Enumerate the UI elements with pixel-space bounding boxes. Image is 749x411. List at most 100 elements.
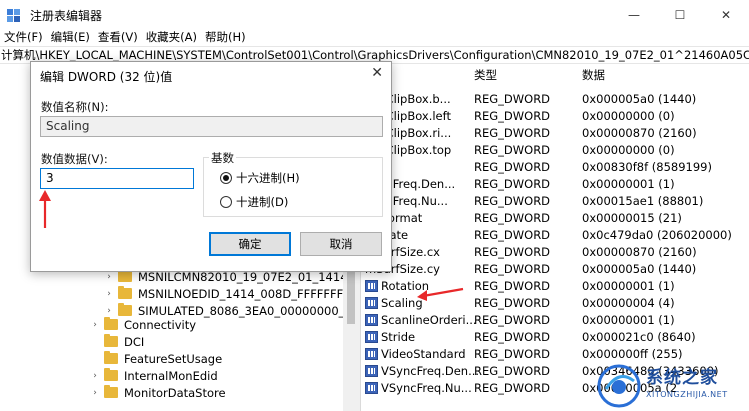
value-name-field: Scaling xyxy=(40,116,383,137)
tree-item[interactable]: FeatureSetUsage xyxy=(90,350,222,367)
value-data-cell: 0x000005a0 (1440) xyxy=(582,92,697,106)
menu-edit[interactable]: 编辑(E) xyxy=(47,28,94,46)
tree-item[interactable]: › MSNILNOEDID_1414_008D_FFFFFFFF_F xyxy=(104,285,360,302)
menu-view[interactable]: 查看(V) xyxy=(94,28,142,46)
table-row[interactable]: wmClipBox.b... REG_DWORD 0x000005a0 (1440) xyxy=(361,90,749,107)
red-arrow-icon xyxy=(417,287,464,301)
table-row[interactable]: wmClipBox.left REG_DWORD 0x00000000 (0) xyxy=(361,107,749,124)
folder-icon xyxy=(118,269,132,282)
maximize-button[interactable]: ☐ xyxy=(657,0,703,30)
table-row[interactable]: wmClipBox.top REG_DWORD 0x00000000 (0) xyxy=(361,141,749,158)
value-name-cell: Stride xyxy=(365,330,415,344)
regedit-window: 注册表编辑器 — ☐ ✕ 文件(F) 编辑(E) 查看(V) 收藏夹(A) 帮助… xyxy=(0,0,749,411)
folder-icon xyxy=(118,303,132,316)
value-type-cell: REG_DWORD xyxy=(474,279,551,293)
cancel-button[interactable]: 取消 xyxy=(300,232,382,256)
value-type-cell: REG_DWORD xyxy=(474,177,551,191)
table-row[interactable]: mSurfSize.cy REG_DWORD 0x000005a0 (1440) xyxy=(361,260,749,277)
red-arrow-icon xyxy=(39,190,51,228)
tree-item-label: MSNILNOEDID_1414_008D_FFFFFFFF_F xyxy=(138,286,360,301)
table-row[interactable]: agsREG_DWORD0x00830f8f (8589199) xyxy=(361,158,749,175)
column-header-data[interactable]: 数据 xyxy=(582,67,605,83)
close-button[interactable]: ✕ xyxy=(703,0,749,30)
radio-dec[interactable]: 十进制(D) xyxy=(220,194,288,210)
value-name-cell: VSyncFreq.Den... xyxy=(365,364,479,378)
value-type-cell: REG_DWORD xyxy=(474,211,551,225)
value-type-cell: REG_DWORD xyxy=(474,160,551,174)
table-row[interactable]: xelFormat REG_DWORD 0x00000015 (21) xyxy=(361,209,749,226)
value-type-cell: REG_DWORD xyxy=(474,92,551,106)
table-row[interactable]: Stride REG_DWORD 0x000021c0 (8640) xyxy=(361,328,749,345)
value-type-cell: REG_DWORD xyxy=(474,381,551,395)
radio-selected-icon[interactable] xyxy=(220,172,232,184)
tree-item-label: InternalMonEdid xyxy=(124,368,218,383)
chevron-right-icon[interactable]: › xyxy=(90,371,100,381)
folder-icon xyxy=(104,334,118,347)
column-header-type[interactable]: 类型 xyxy=(474,67,497,83)
chevron-right-icon[interactable]: › xyxy=(104,272,114,282)
chevron-right-icon[interactable]: › xyxy=(90,320,100,330)
value-type-cell: REG_DWORD xyxy=(474,313,551,327)
tree-item-label: Connectivity xyxy=(124,317,197,332)
reg-dword-icon xyxy=(365,280,378,292)
value-data-cell: 0x0c479da0 (206020000) xyxy=(582,228,732,242)
value-data-cell: 0x00000015 (21) xyxy=(582,211,682,225)
table-row[interactable]: ScanlineOrderi... REG_DWORD 0x00000001 (1) xyxy=(361,311,749,328)
value-type-cell: REG_DWORD xyxy=(474,109,551,123)
reg-dword-icon xyxy=(365,365,378,377)
ok-button[interactable]: 确定 xyxy=(209,232,291,256)
dialog-close-button[interactable]: ✕ xyxy=(371,65,383,81)
value-data-cell: 0x00015ae1 (88801) xyxy=(582,194,704,208)
folder-icon xyxy=(118,286,132,299)
tree-item-label: FeatureSetUsage xyxy=(124,351,223,366)
radio-hex[interactable]: 十六进制(H) xyxy=(220,170,300,186)
tree-item[interactable]: › Connectivity xyxy=(90,316,196,333)
table-row[interactable]: wmClipBox.ri... REG_DWORD 0x00000870 (2160… xyxy=(361,124,749,141)
regedit-app-icon xyxy=(7,9,20,22)
value-type-cell: REG_DWORD xyxy=(474,194,551,208)
value-name-text: VSyncFreq.Nu... xyxy=(381,381,472,395)
table-row[interactable]: SyncFreq.Nu... REG_DWORD 0x00015ae1 (88801… xyxy=(361,192,749,209)
value-type-cell: REG_DWORD xyxy=(474,143,551,157)
window-title: 注册表编辑器 xyxy=(30,9,103,23)
value-data-cell: 0x00830f8f (8589199) xyxy=(582,160,712,174)
value-name-text: VideoStandard xyxy=(381,347,466,361)
menu-bar: 文件(F) 编辑(E) 查看(V) 收藏夹(A) 帮助(H) xyxy=(0,28,250,46)
site-watermark: 系统之家 XITONGZHIJIA.NET xyxy=(590,357,749,411)
value-name-cell: ScanlineOrderi... xyxy=(365,313,477,327)
radio-unselected-icon[interactable] xyxy=(220,196,232,208)
tree-item[interactable]: › InternalMonEdid xyxy=(90,367,218,384)
menu-help[interactable]: 帮助(H) xyxy=(201,28,250,46)
radio-hex-label: 十六进制(H) xyxy=(236,171,300,185)
chevron-right-icon[interactable]: › xyxy=(104,289,114,299)
folder-icon xyxy=(104,317,118,330)
reg-dword-icon xyxy=(365,314,378,326)
chevron-right-icon[interactable]: › xyxy=(104,306,114,316)
tree-item-label: MonitorDataStore xyxy=(124,385,226,400)
table-row[interactable]: xelRateREG_DWORD0x0c479da0 (206020000) xyxy=(361,226,749,243)
value-data-input[interactable]: 3 xyxy=(40,168,194,189)
watermark-url: XITONGZHIJIA.NET xyxy=(646,390,728,399)
value-data-cell: 0x00000000 (0) xyxy=(582,143,675,157)
tree-item[interactable]: DCI xyxy=(90,333,144,350)
value-data-cell: 0x00000000 (0) xyxy=(582,109,675,123)
table-row[interactable]: mSurfSize.cx REG_DWORD 0x00000870 (2160) xyxy=(361,243,749,260)
reg-dword-icon xyxy=(365,382,378,394)
folder-icon xyxy=(104,351,118,364)
tree-item[interactable]: › MonitorDataStore xyxy=(90,384,226,401)
value-type-cell: REG_DWORD xyxy=(474,262,551,276)
menu-file[interactable]: 文件(F) xyxy=(0,28,47,46)
watermark-logo-icon xyxy=(597,364,641,408)
radio-dec-label: 十进制(D) xyxy=(236,195,289,209)
tree-item-label: DCI xyxy=(124,334,145,349)
value-type-cell: REG_DWORD xyxy=(474,347,551,361)
value-data-cell: 0x00000870 (2160) xyxy=(582,126,697,140)
table-row[interactable]: SyncFreq.Den... REG_DWORD 0x00000001 (1) xyxy=(361,175,749,192)
chevron-right-icon[interactable]: › xyxy=(90,388,100,398)
minimize-button[interactable]: — xyxy=(611,0,657,30)
value-type-cell: REG_DWORD xyxy=(474,330,551,344)
reg-dword-icon xyxy=(365,331,378,343)
list-header: 类型 数据 xyxy=(361,64,749,84)
value-data-cell: 0x00000001 (1) xyxy=(582,279,675,293)
menu-favorites[interactable]: 收藏夹(A) xyxy=(142,28,201,46)
